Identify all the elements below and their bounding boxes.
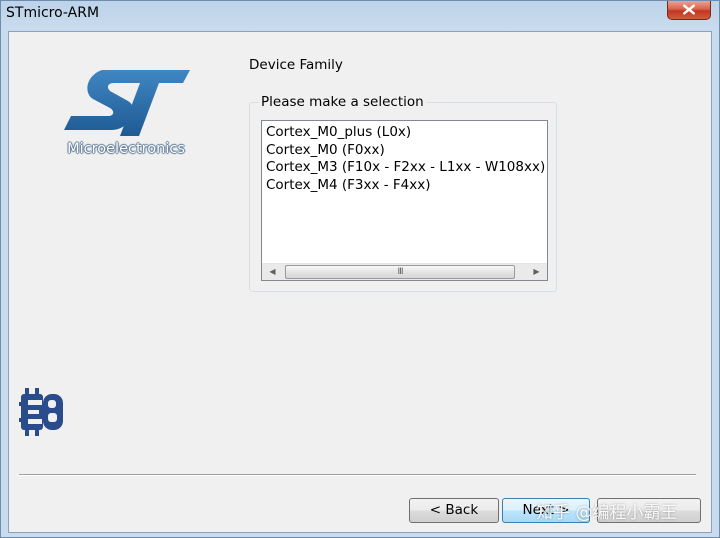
next-button[interactable]: Next > — [502, 498, 590, 523]
back-button[interactable]: < Back — [409, 498, 499, 523]
list-item[interactable]: Cortex_M4 (F3xx - F4xx) — [266, 177, 545, 195]
selection-group-label: Please make a selection — [259, 94, 426, 110]
list-item[interactable]: Cortex_M0_plus (L0x) — [266, 124, 545, 142]
close-icon — [683, 4, 695, 15]
st-logo — [64, 70, 190, 136]
list-item[interactable]: Cortex_M0 (F0xx) — [266, 142, 545, 160]
st-logo-tagline: Microelectronics — [67, 141, 185, 157]
finish-button[interactable] — [597, 498, 701, 523]
scroll-thumb[interactable]: III — [285, 265, 515, 279]
list-item[interactable]: Cortex_M3 (F10x - F2xx - L1xx - W108xx) — [266, 159, 545, 177]
section-title: Device Family — [249, 57, 343, 73]
scroll-left-arrow-icon[interactable]: ◀ — [264, 264, 281, 280]
wizard-page: Microelectronics Device Family Please ma… — [8, 31, 712, 533]
separator-line — [19, 474, 696, 476]
eb-logo — [19, 388, 63, 436]
title-bar[interactable]: STmicro-ARM — [1, 1, 719, 31]
scroll-right-arrow-icon[interactable]: ▶ — [528, 264, 545, 280]
installer-window: STmicro-ARM Microelectronics Device Fami… — [0, 0, 720, 538]
window-title: STmicro-ARM — [6, 5, 100, 21]
close-button[interactable] — [667, 1, 711, 20]
device-family-listbox[interactable]: Cortex_M0_plus (L0x) Cortex_M0 (F0xx) Co… — [261, 120, 548, 281]
horizontal-scrollbar[interactable]: ◀ III ▶ — [262, 263, 547, 280]
scroll-grip: III — [397, 267, 404, 277]
device-family-list: Cortex_M0_plus (L0x) Cortex_M0 (F0xx) Co… — [266, 124, 545, 194]
